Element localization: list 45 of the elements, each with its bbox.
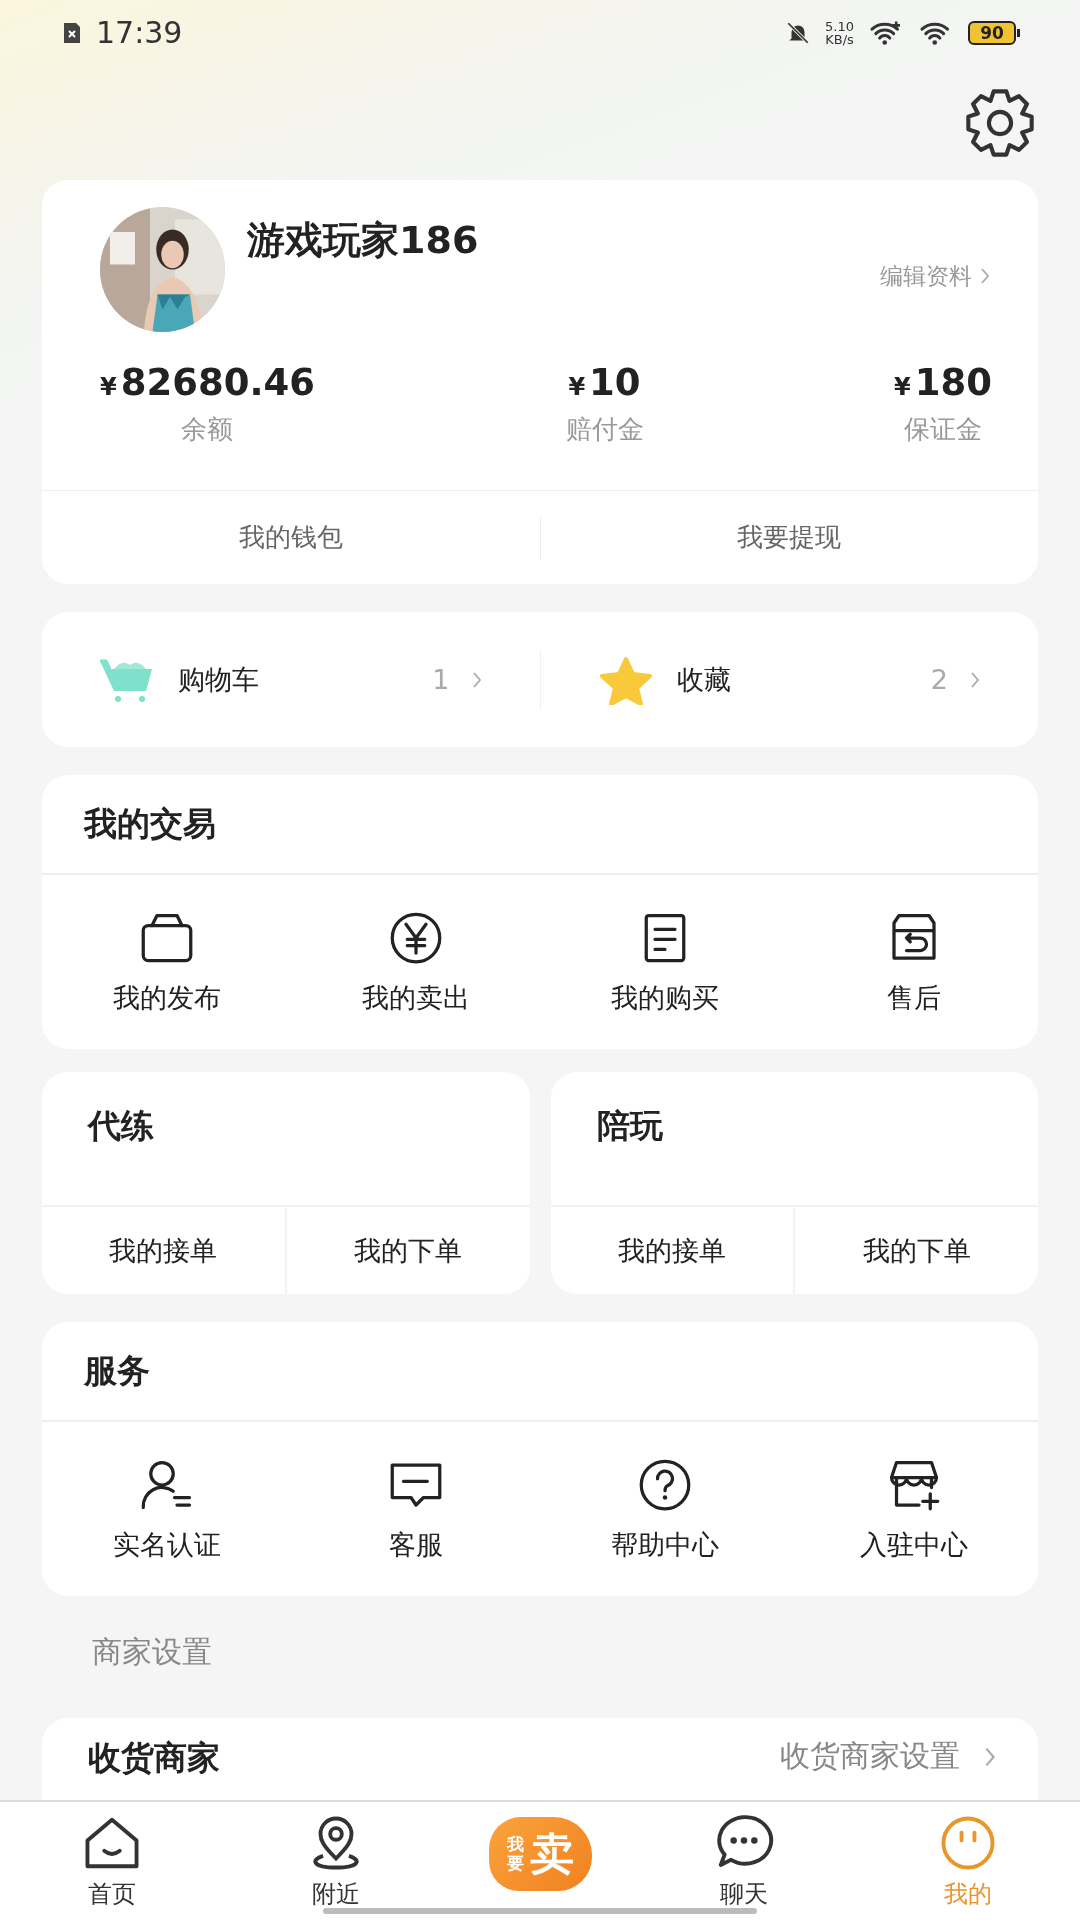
currency-sign: ¥ [568,373,586,401]
card-title: 陪玩 [550,1072,1038,1207]
balance-amount: 10 [589,361,641,404]
menu-item[interactable]: 我的购买 [540,907,789,1017]
balance-amount: 82680.46 [120,361,315,404]
clock: 17:39 [96,15,183,50]
withdraw-button[interactable]: 我要提现 [540,491,1038,584]
balance-label: 余额 [181,413,234,446]
wallet-button[interactable]: 我的钱包 [42,491,540,584]
menu-item[interactable]: 我的卖出 [291,907,540,1017]
bell-off-icon [785,19,812,46]
chevron-right-icon [970,670,980,689]
order-link[interactable]: 我的接单 [550,1207,794,1294]
merchant-settings-link[interactable]: 收货商家设置 [780,1736,996,1777]
menu-item[interactable]: 实名认证 [42,1454,291,1564]
chevron-right-icon [980,267,990,285]
section-heading: 商家设置 [91,1633,213,1671]
menu-item[interactable]: 售后 [789,907,1038,1017]
order-link[interactable]: 我的下单 [795,1207,1038,1294]
balance-label: 保证金 [904,413,982,446]
chevron-right-icon [471,670,482,689]
balance-amount: 180 [914,361,992,404]
section-title: 服务 [42,1322,1038,1422]
currency-sign: ¥ [894,373,911,401]
order-link[interactable]: 我的下单 [286,1207,530,1294]
chevron-right-icon [984,1745,996,1768]
menu-item[interactable]: 客服 [291,1454,540,1564]
battery-level: 90 [968,20,1016,45]
card-title: 代练 [42,1072,530,1207]
cart-entry[interactable]: 购物车 1 [42,612,540,747]
balance-label: 赔付金 [565,413,644,446]
nav-tab[interactable]: 首页 [0,1802,225,1920]
network-speed: 5.10 [825,19,854,33]
menu-item[interactable]: 帮助中心 [540,1454,789,1564]
nav-tab[interactable]: 附近 [224,1802,449,1920]
row-title: 收货商家 [88,1737,221,1779]
favorites-entry[interactable]: 收藏 2 [540,612,1038,747]
order-link[interactable]: 我的接单 [42,1207,285,1294]
section-title: 我的交易 [42,775,1038,875]
currency-sign: ¥ [100,373,117,401]
menu-item[interactable]: 我的发布 [42,907,291,1017]
user-name: 游戏玩家186 [247,217,480,264]
nav-tab[interactable]: 聊天 [631,1802,856,1920]
menu-item[interactable]: 入驻中心 [789,1454,1038,1564]
speed-unit: KB/s [825,32,854,46]
